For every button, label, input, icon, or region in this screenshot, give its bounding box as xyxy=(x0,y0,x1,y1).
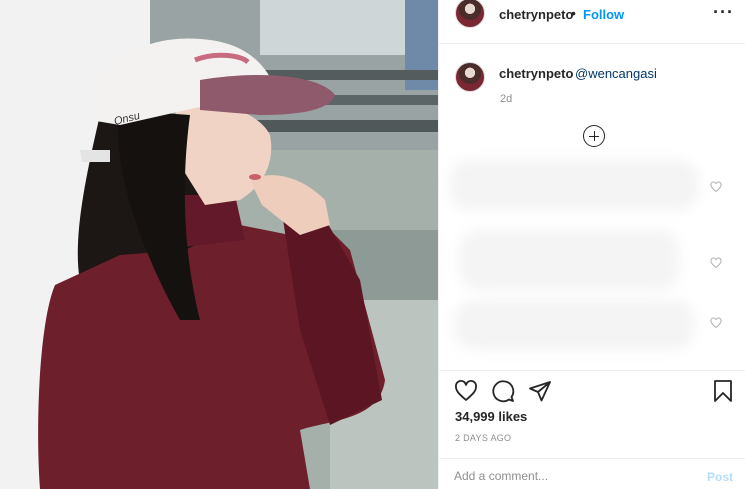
add-comment-row: Post xyxy=(439,458,745,489)
bg-step-3 xyxy=(250,120,438,132)
bg-window xyxy=(260,0,420,55)
caption-comment: chetrynpeto @wencangasi 2d xyxy=(439,58,745,118)
blurred-comment xyxy=(454,300,694,350)
caption-mention[interactable]: @wencangasi xyxy=(575,66,657,81)
caption-avatar[interactable] xyxy=(455,62,485,92)
post-date[interactable]: 2 DAYS AGO xyxy=(455,433,511,443)
photo-illustration: Onsu xyxy=(0,0,438,489)
post-header: chetrynpeto • Follow ··· xyxy=(439,0,745,44)
lips xyxy=(249,174,261,180)
post-side-panel: chetrynpeto • Follow ··· chetrynpeto @we… xyxy=(438,0,745,489)
comments-list xyxy=(439,150,745,360)
blurred-comment xyxy=(459,230,679,290)
likes-count[interactable]: 34,999 likes xyxy=(455,409,527,424)
post-comment-button[interactable]: Post xyxy=(707,470,733,484)
post-actions: 34,999 likes 2 DAYS AGO Post xyxy=(439,370,745,489)
post-photo[interactable]: Onsu xyxy=(0,0,438,489)
comment-like-icon[interactable] xyxy=(710,181,722,193)
follow-button[interactable]: Follow xyxy=(583,7,624,22)
heart-icon[interactable] xyxy=(454,379,478,403)
author-username[interactable]: chetrynpeto xyxy=(499,7,573,22)
caption-username[interactable]: chetrynpeto xyxy=(499,66,573,81)
author-avatar[interactable] xyxy=(455,0,485,28)
blurred-comment xyxy=(449,160,699,210)
add-comment-input[interactable] xyxy=(454,465,684,487)
more-options-icon[interactable]: ··· xyxy=(713,2,734,23)
caption-time[interactable]: 2d xyxy=(500,93,512,105)
bookmark-icon[interactable] xyxy=(711,379,735,403)
comment-icon[interactable] xyxy=(491,379,515,403)
comment-like-icon[interactable] xyxy=(710,317,722,329)
share-icon[interactable] xyxy=(528,379,552,403)
cap-strap xyxy=(80,150,110,162)
comment-like-icon[interactable] xyxy=(710,257,722,269)
header-separator: • xyxy=(571,5,576,21)
load-more-comments-icon[interactable] xyxy=(583,125,605,147)
